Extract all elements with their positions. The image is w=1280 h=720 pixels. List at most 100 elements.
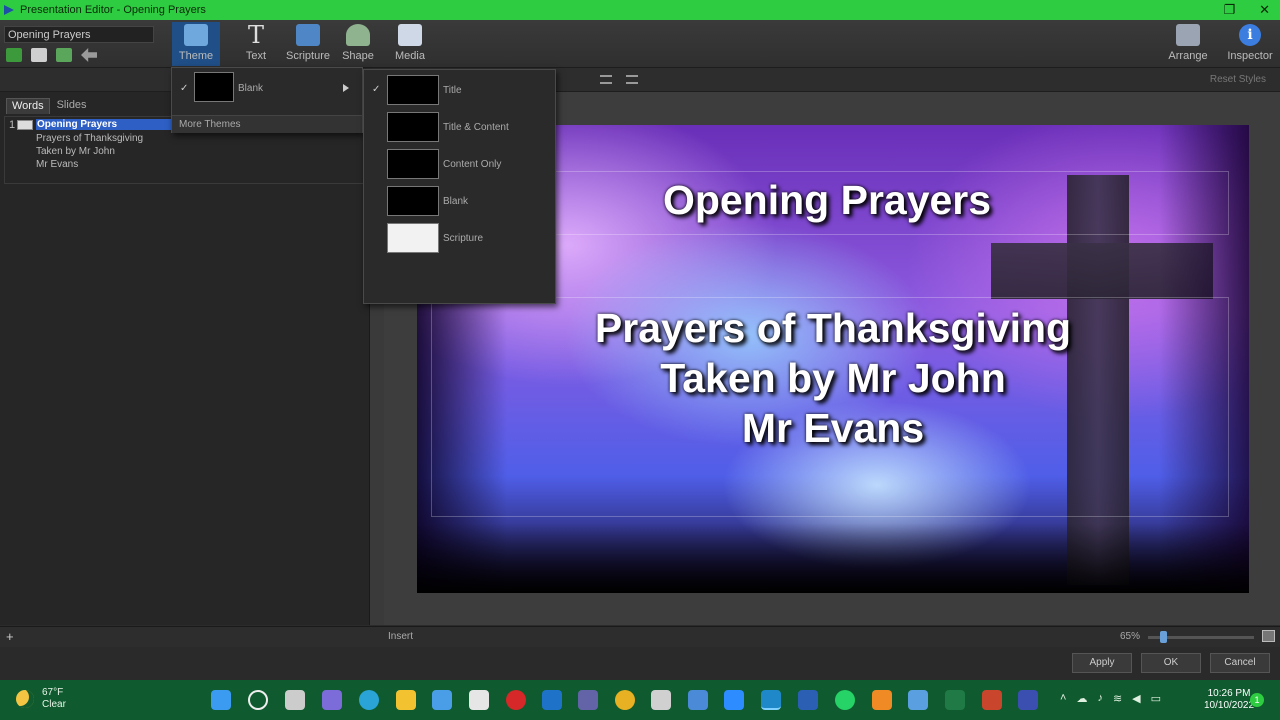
moon-icon (16, 690, 34, 708)
theme-label: Blank (238, 83, 264, 94)
layout-submenu: ✓ Title Title & Content Content Only Bla… (363, 69, 556, 304)
layout-thumbnail (387, 149, 439, 179)
ok-button[interactable]: OK (1141, 653, 1201, 673)
layout-item-title[interactable]: ✓ Title (364, 75, 555, 107)
close-icon[interactable]: ✕ (1259, 2, 1270, 18)
task-view-icon[interactable] (285, 690, 305, 710)
zoom-icon[interactable] (724, 690, 744, 710)
word-icon[interactable] (798, 690, 818, 710)
opera-icon[interactable] (506, 690, 526, 710)
new-slide-icon[interactable] (6, 48, 22, 62)
arrange-icon (1176, 24, 1200, 46)
mail-icon[interactable] (432, 690, 452, 710)
layout-thumbnail (387, 75, 439, 105)
theme-dropdown: ✓ Blank More Themes (171, 67, 363, 133)
tab-words[interactable]: Words (6, 98, 50, 114)
photos-icon[interactable] (688, 690, 708, 710)
title-bar: Presentation Editor - Opening Prayers ❐ … (0, 0, 1280, 20)
edge-icon[interactable] (359, 690, 379, 710)
chrome-icon[interactable] (615, 690, 635, 710)
body-line: Taken by Mr John (660, 355, 1006, 401)
layout-item-title-content[interactable]: Title & Content (364, 112, 555, 144)
dialog-footer: Apply OK Cancel (0, 647, 1280, 680)
media-icon (398, 24, 422, 46)
cancel-button[interactable]: Cancel (1210, 653, 1270, 673)
wifi-icon[interactable]: ≋ (1113, 692, 1122, 705)
indent-icon[interactable] (626, 75, 638, 84)
outlook-icon[interactable] (542, 690, 562, 710)
taskbar: 67°F Clear ˄ ☁ ♪ ≋ ◀ ▭ 10:26 PM 10/10/20… (0, 680, 1280, 720)
slide-line[interactable]: Mr Evans (36, 159, 78, 170)
more-themes-item[interactable]: More Themes (172, 115, 362, 133)
snipping-tool-icon[interactable] (651, 690, 671, 710)
app-icon-orange[interactable] (872, 690, 892, 710)
cloud-icon[interactable]: ☁ (1076, 692, 1087, 705)
microphone-icon[interactable]: ♪ (1097, 692, 1103, 705)
teams-icon[interactable] (578, 690, 598, 710)
webex-icon[interactable] (1018, 690, 1038, 710)
tab-slides[interactable]: Slides (52, 98, 92, 114)
media-button[interactable]: Media (386, 22, 434, 66)
app-icon (4, 5, 14, 15)
layout-item-blank[interactable]: Blank (364, 186, 555, 218)
layout-item-content-only[interactable]: Content Only (364, 149, 555, 181)
layout-thumbnail (387, 223, 439, 253)
slide-body-text[interactable]: Prayers of Thanksgiving Taken by Mr John… (417, 303, 1249, 453)
notepad-icon[interactable] (908, 690, 928, 710)
layout-thumbnail (387, 112, 439, 142)
search-icon[interactable] (248, 690, 268, 710)
submenu-arrow-icon (343, 84, 349, 92)
clock-time: 10:26 PM (1207, 688, 1251, 699)
system-tray: ˄ ☁ ♪ ≋ ◀ ▭ (1060, 692, 1161, 705)
start-icon[interactable] (211, 690, 231, 710)
weather-temp: 67°F (42, 687, 64, 698)
fit-to-window-icon[interactable] (1262, 630, 1275, 642)
status-bar: + Insert 65% (0, 626, 1280, 647)
theme-icon (184, 24, 208, 46)
print-icon[interactable] (31, 48, 47, 62)
body-line: Prayers of Thanksgiving (594, 305, 1072, 351)
apply-button[interactable]: Apply (1072, 653, 1132, 673)
clock[interactable]: 10:26 PM 10/10/2022 (1204, 688, 1254, 712)
presentation-app-icon[interactable] (761, 690, 781, 710)
store-icon[interactable] (469, 690, 489, 710)
theme-button[interactable]: Theme (172, 22, 220, 66)
outdent-icon[interactable] (600, 75, 612, 84)
inspector-button[interactable]: i Inspector (1226, 22, 1274, 66)
zoom-slider-handle[interactable] (1159, 631, 1167, 643)
powerpoint-icon[interactable] (982, 690, 1002, 710)
theme-thumbnail (194, 72, 234, 102)
weather-widget[interactable]: 67°F Clear (16, 687, 66, 711)
slide-number: 1 (9, 119, 16, 131)
chevron-up-icon[interactable]: ˄ (1060, 692, 1066, 705)
chat-icon[interactable] (322, 690, 342, 710)
slide-thumbnail-icon (17, 120, 33, 130)
slide-line[interactable]: Taken by Mr John (36, 146, 115, 157)
info-icon: i (1239, 24, 1261, 46)
whatsapp-icon[interactable] (835, 690, 855, 710)
notification-badge[interactable]: 1 (1250, 693, 1264, 707)
document-title-field[interactable]: Opening Prayers (4, 26, 154, 43)
excel-icon[interactable] (945, 690, 965, 710)
shape-button[interactable]: Shape (334, 22, 382, 66)
theme-item-blank[interactable]: ✓ Blank (172, 68, 362, 114)
spellcheck-icon[interactable] (56, 48, 72, 62)
undo-icon[interactable] (81, 48, 97, 62)
layout-item-scripture[interactable]: Scripture (364, 223, 555, 255)
check-icon: ✓ (180, 83, 189, 94)
main-toolbar: Opening Prayers Theme T Text Scripture S… (0, 20, 1280, 68)
add-icon[interactable]: + (6, 629, 14, 644)
weather-desc: Clear (42, 699, 66, 710)
reset-styles-button[interactable]: Reset Styles (1210, 74, 1266, 85)
arrange-button[interactable]: Arrange (1164, 22, 1212, 66)
volume-icon[interactable]: ◀ (1132, 692, 1140, 705)
insert-mode-label: Insert (388, 631, 414, 642)
slides-panel: Words Slides 1 Opening Prayers Prayers o… (0, 92, 370, 625)
battery-icon[interactable]: ▭ (1151, 692, 1161, 705)
text-button[interactable]: T Text (232, 22, 280, 66)
restore-icon[interactable]: ❐ (1223, 2, 1235, 18)
file-explorer-icon[interactable] (396, 690, 416, 710)
scripture-button[interactable]: Scripture (284, 22, 332, 66)
slide-line[interactable]: Prayers of Thanksgiving (36, 133, 143, 144)
check-icon: ✓ (372, 84, 381, 95)
